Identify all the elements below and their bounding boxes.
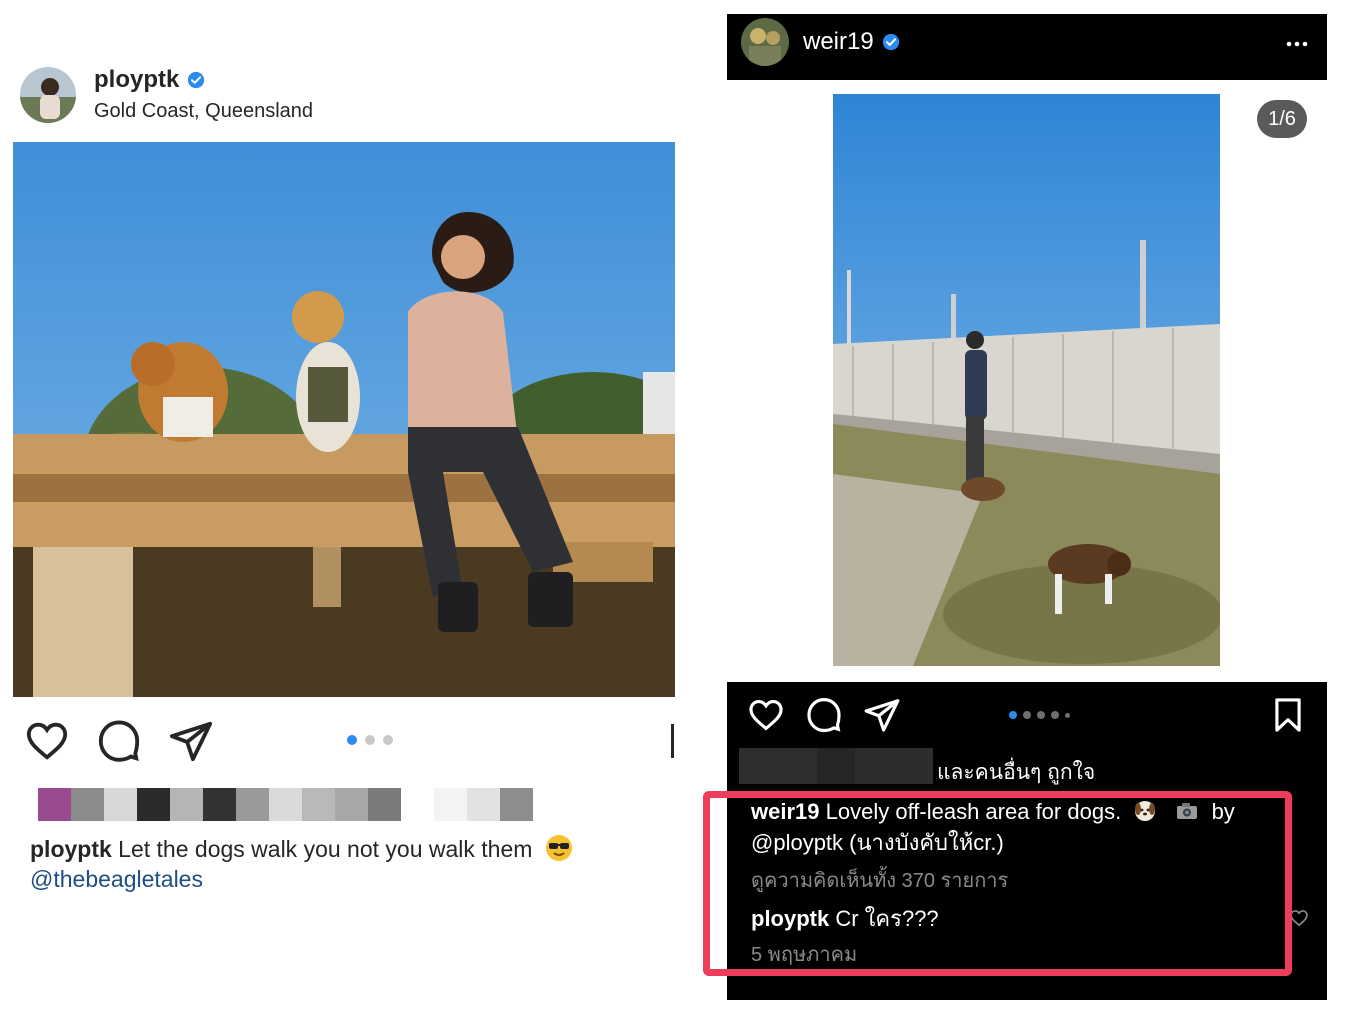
- comment-icon[interactable]: [96, 718, 142, 764]
- caption-mention-link[interactable]: @thebeagletales: [30, 864, 670, 894]
- right-post-header: weir19: [727, 14, 1327, 80]
- carousel-dot: [1065, 712, 1070, 718]
- carousel-dot: [1009, 711, 1017, 719]
- left-post: ployptk Gold Coast, Queensland ployptk L…: [0, 0, 690, 1024]
- bookmark-icon[interactable]: [1269, 696, 1307, 734]
- carousel-dot: [347, 735, 357, 745]
- avatar[interactable]: [741, 18, 789, 66]
- location-link[interactable]: Gold Coast, Queensland: [94, 100, 313, 123]
- username[interactable]: ployptk: [94, 66, 179, 94]
- share-icon[interactable]: [863, 696, 901, 734]
- more-icon[interactable]: [1285, 34, 1309, 54]
- caption-text: Let the dogs walk you not you walk them: [118, 836, 533, 862]
- right-action-bar: [747, 696, 1307, 736]
- left-post-header: ployptk Gold Coast, Queensland: [20, 66, 313, 123]
- blurred-likers: [739, 748, 933, 784]
- carousel-dots: [1009, 711, 1070, 719]
- heart-icon[interactable]: [24, 718, 70, 764]
- carousel-dot: [1023, 711, 1031, 719]
- comment-icon[interactable]: [805, 696, 843, 734]
- carousel-counter: 1/6: [1257, 100, 1307, 138]
- left-action-bar: [24, 718, 684, 764]
- caption-username[interactable]: ployptk: [30, 836, 112, 862]
- post-caption: ployptk Let the dogs walk you not you wa…: [30, 834, 670, 894]
- sunglasses-emoji-icon: [545, 835, 572, 861]
- carousel-dot: [1051, 711, 1059, 719]
- share-icon[interactable]: [168, 718, 214, 764]
- username[interactable]: weir19: [803, 28, 874, 56]
- heart-icon[interactable]: [747, 696, 785, 734]
- carousel-dot: [383, 735, 393, 745]
- scroll-indicator: [671, 724, 674, 758]
- liked-by-text[interactable]: และคนอื่นๆ ถูกใจ: [937, 756, 1095, 789]
- avatar[interactable]: [20, 66, 76, 123]
- carousel-dots: [347, 735, 393, 745]
- verified-badge-icon: [188, 71, 205, 89]
- verified-badge-icon: [882, 33, 899, 51]
- highlight-annotation-box: [703, 791, 1292, 976]
- carousel-dot: [1037, 711, 1045, 719]
- carousel-dot: [365, 735, 375, 745]
- pixelated-likes: [38, 788, 533, 821]
- comment-like-heart-icon[interactable]: [1289, 908, 1309, 928]
- post-photo[interactable]: [13, 142, 675, 697]
- post-photo[interactable]: [833, 94, 1220, 666]
